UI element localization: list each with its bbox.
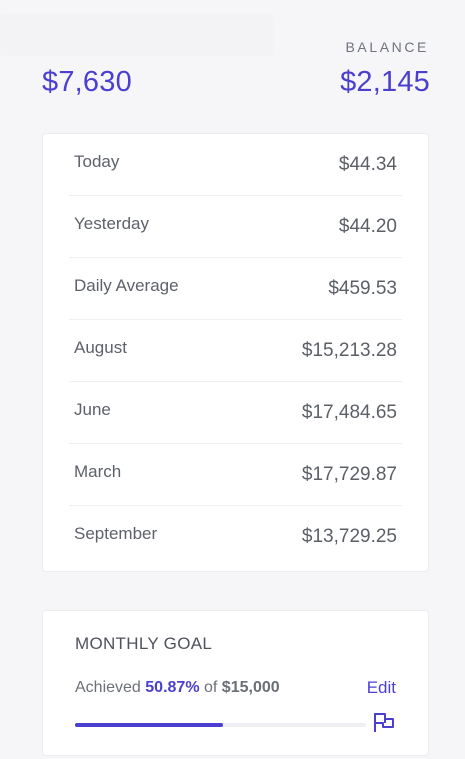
stat-label: Today	[74, 151, 120, 171]
stat-value: $44.20	[338, 215, 397, 237]
goal-target: $15,000	[221, 679, 280, 696]
stat-value: $13,729.25	[301, 525, 397, 547]
stats-list: Today $44.34 Yesterday $44.20 Daily Aver…	[69, 134, 402, 567]
stat-label: March	[74, 461, 122, 481]
flag-icon[interactable]	[372, 711, 396, 733]
stat-value: $17,484.65	[301, 401, 397, 423]
goal-of-text: of	[204, 679, 218, 696]
stat-label: Yesterday	[74, 213, 149, 233]
stat-value: $44.34	[338, 153, 397, 175]
stat-row-march: March $17,729.87	[69, 444, 402, 506]
total-amount: $7,630	[42, 66, 132, 98]
stat-value: $459.53	[328, 277, 397, 299]
stat-row-yesterday: Yesterday $44.20	[69, 196, 402, 258]
stat-value: $15,213.28	[301, 339, 397, 361]
stat-row-today: Today $44.34	[69, 134, 402, 196]
goal-percent: 50.87%	[145, 679, 200, 696]
monthly-goal-card: MONTHLY GOAL Achieved 50.87% of $15,000 …	[42, 610, 429, 756]
balance-amount: $2,145	[340, 66, 430, 98]
stats-card: Today $44.34 Yesterday $44.20 Daily Aver…	[42, 133, 429, 572]
goal-summary: Achieved 50.87% of $15,000	[75, 679, 280, 697]
stat-row-daily-average: Daily Average $459.53	[69, 258, 402, 320]
edit-goal-link[interactable]: Edit	[367, 678, 396, 698]
goal-progress-fill	[75, 723, 224, 727]
stat-row-june: June $17,484.65	[69, 382, 402, 444]
stat-row-august: August $15,213.28	[69, 320, 402, 382]
top-placeholder-bar	[0, 14, 274, 56]
stat-value: $17,729.87	[301, 463, 397, 485]
stat-row-september: September $13,729.25	[69, 506, 402, 567]
stat-label: September	[74, 523, 158, 543]
goal-progress-bar	[75, 723, 366, 727]
goal-title: MONTHLY GOAL	[75, 634, 213, 653]
stat-label: August	[74, 337, 127, 357]
balance-label: BALANCE	[345, 39, 429, 55]
goal-achieved-prefix: Achieved	[75, 679, 141, 696]
stat-label: Daily Average	[74, 275, 179, 295]
stat-label: June	[74, 399, 111, 419]
